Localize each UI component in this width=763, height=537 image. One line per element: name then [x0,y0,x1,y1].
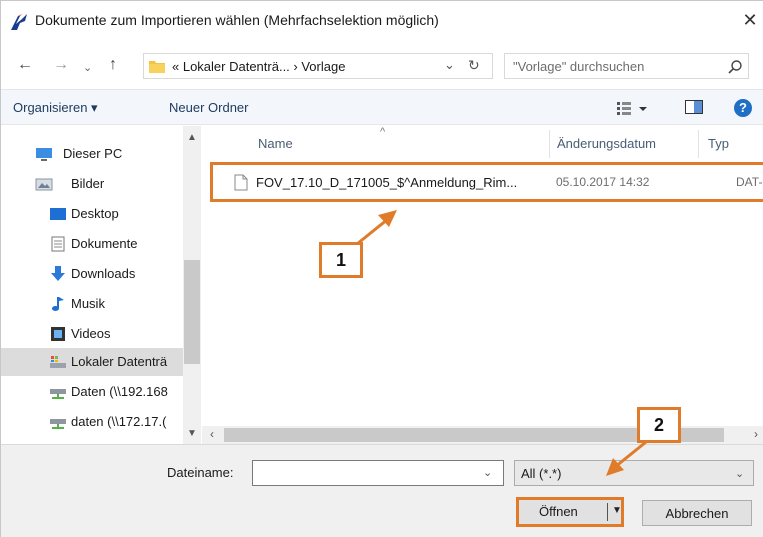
scroll-up-icon[interactable]: ▲ [187,132,197,143]
file-name: FOV_17.10_D_171005_$^Anmeldung_Rim... [256,175,518,190]
cancel-button-label: Abbrechen [665,506,729,521]
cancel-button[interactable]: Abbrechen [642,500,752,526]
forward-button[interactable]: → [53,55,69,75]
preview-pane-icon[interactable] [685,100,703,114]
address-bar[interactable]: « Lokaler Datenträ... › Vorlage ⌄ ↻ [143,53,493,79]
title-bar: Dokumente zum Importieren wählen (Mehrfa… [1,1,763,41]
app-logo-icon [11,14,27,30]
close-button[interactable]: ✕ [738,9,762,33]
open-button[interactable]: Öffnen ▼ [516,497,624,527]
organize-button[interactable]: Organisieren ▾ [13,100,98,116]
window-title: Dokumente zum Importieren wählen (Mehrfa… [35,12,439,28]
sidebar-item-downloads[interactable]: Downloads [1,260,183,288]
filename-input[interactable] [252,460,504,486]
recent-locations-button[interactable]: ⌄ [83,58,92,78]
up-button[interactable]: ↑ [109,55,117,75]
refresh-button[interactable]: ↻ [468,57,480,74]
column-header-name[interactable]: Name [258,126,293,162]
open-button-label: Öffnen [539,504,578,519]
sidebar-item-videos[interactable]: Videos [1,320,183,348]
computer-icon [36,148,52,161]
chevron-down-icon: ⌄ [735,468,745,480]
file-icon [234,174,248,191]
help-icon[interactable]: ? [734,99,752,117]
view-options-icon[interactable] [615,99,651,117]
dialog-footer: Dateiname: ⌄ All (*.*) ⌄ Öffnen ▼ Abbrec… [1,444,763,537]
sort-ascending-icon: ^ [380,126,386,138]
network-drive-icon [50,419,66,429]
file-type-select[interactable]: All (*.*) ⌄ [514,460,754,486]
pictures-icon [35,178,53,191]
scroll-down-icon[interactable]: ▼ [187,428,197,439]
table-row[interactable]: FOV_17.10_D_171005_$^Anmeldung_Rim... 05… [212,170,763,196]
sidebar-item-dokumente[interactable]: Dokumente [1,230,183,258]
folder-icon [149,61,165,73]
drive-icon [50,356,66,368]
download-icon [51,266,65,281]
sidebar-item-daten-192[interactable]: Daten (\\192.168 [1,378,183,406]
file-list: ^ Name Änderungsdatum Typ FOV_17.10_D_17… [202,126,763,444]
sidebar-item-musik[interactable]: Musik [1,290,183,318]
toolbar: Organisieren ▾ Neuer Ordner ? [1,89,763,125]
sidebar-item-daten-172[interactable]: daten (\\172.17.( [1,408,183,436]
address-path: « Lokaler Datenträ... › Vorlage [172,59,346,74]
search-icon [728,60,742,74]
split-divider [607,503,608,521]
search-box[interactable]: "Vorlage" durchsuchen [504,53,749,79]
desktop-icon [50,208,66,220]
scroll-right-icon[interactable]: › [754,427,758,441]
file-open-dialog: Dokumente zum Importieren wählen (Mehrfa… [0,0,763,537]
back-button[interactable]: ← [17,55,33,75]
callout-2: 2 [637,407,681,443]
file-type-value: All (*.*) [521,466,562,481]
music-icon [52,297,64,311]
scrollbar-thumb[interactable] [184,260,200,364]
address-dropdown[interactable]: ⌄ [444,57,455,73]
column-header-date[interactable]: Änderungsdatum [557,126,656,162]
documents-icon [51,236,65,252]
address-row: ← → ⌄ ↑ « Lokaler Datenträ... › Vorlage … [1,45,763,85]
sidebar-item-bilder[interactable]: Bilder [1,170,183,198]
callout-1: 1 [319,242,363,278]
sidebar-item-desktop[interactable]: Desktop [1,200,183,228]
file-type: DAT-Dat [736,175,763,189]
scroll-left-icon[interactable]: ‹ [210,427,214,441]
filename-label: Dateiname: [167,465,234,480]
column-divider[interactable] [549,130,550,158]
new-folder-button[interactable]: Neuer Ordner [169,100,248,115]
file-date: 05.10.2017 14:32 [556,175,650,189]
sidebar-item-dieser-pc[interactable]: Dieser PC [1,140,183,168]
open-options-icon[interactable]: ▼ [612,505,622,516]
sidebar-item-lokaler-datentraeger[interactable]: Lokaler Datenträ [1,348,183,376]
network-drive-icon [50,389,66,399]
column-header-type[interactable]: Typ [708,126,729,162]
search-input[interactable]: "Vorlage" durchsuchen [513,59,644,74]
navigation-pane: Dieser PC Bilder Desktop Dokumente Downl… [1,126,201,444]
navigation-scrollbar[interactable]: ▲ ▼ [183,126,201,444]
column-divider[interactable] [698,130,699,158]
video-icon [51,327,65,341]
